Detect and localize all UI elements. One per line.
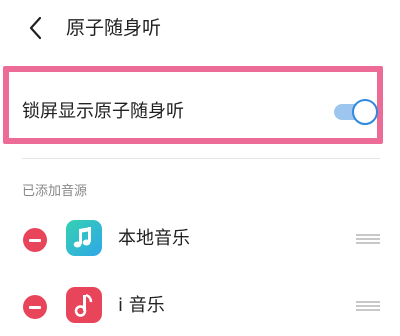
source-row-local-music: 本地音乐	[0, 214, 400, 264]
source-row-i-music: i 音乐	[0, 281, 400, 331]
music-note-icon	[66, 220, 102, 256]
section-title: 已添加音源	[22, 184, 88, 199]
source-name: i 音乐	[118, 295, 165, 316]
drag-handle-icon[interactable]	[356, 301, 380, 311]
remove-icon[interactable]	[23, 295, 47, 319]
toggle-knob	[352, 99, 378, 125]
drag-handle-icon[interactable]	[356, 234, 380, 244]
lockscreen-setting-label: 锁屏显示原子随身听	[22, 101, 184, 122]
i-music-logo-icon	[66, 287, 102, 323]
app-header: 原子随身听	[0, 0, 400, 56]
divider	[22, 158, 380, 159]
source-name: 本地音乐	[118, 228, 190, 249]
remove-icon[interactable]	[23, 228, 47, 252]
back-arrow-icon[interactable]	[26, 14, 46, 42]
lockscreen-toggle[interactable]	[334, 98, 382, 126]
page-title: 原子随身听	[66, 17, 162, 39]
